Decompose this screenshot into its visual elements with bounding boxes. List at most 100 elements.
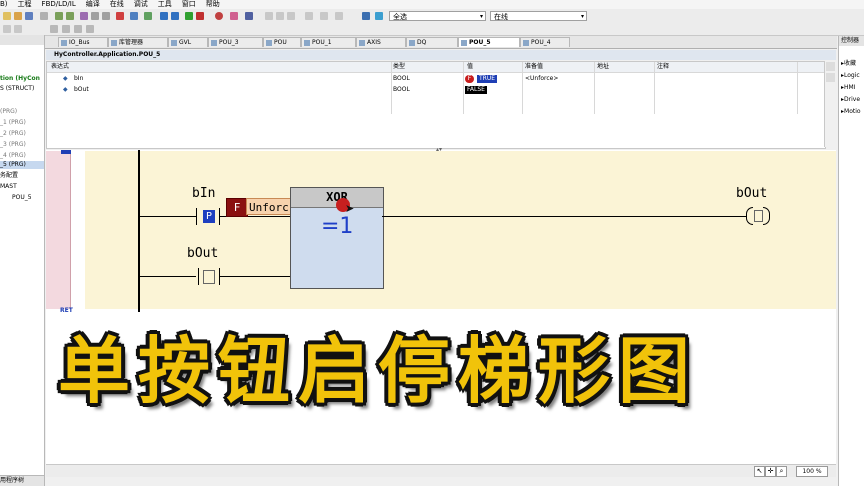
tab-library-manager[interactable]: 库管理器 bbox=[108, 37, 168, 47]
save-icon[interactable] bbox=[25, 12, 33, 20]
tree-item-mast[interactable]: MAST bbox=[0, 183, 17, 191]
menu-item-help[interactable]: 帮助 bbox=[206, 0, 220, 9]
pan-tool-icon[interactable]: ✛ bbox=[765, 466, 776, 477]
menu-item-tools[interactable]: 工具 bbox=[158, 0, 172, 9]
toolbar-icon[interactable] bbox=[320, 12, 328, 20]
toolbox-item[interactable]: ▸Logic bbox=[841, 72, 860, 80]
toolbox-item[interactable]: ▸收藏 bbox=[841, 60, 856, 68]
col-address[interactable]: 地址 bbox=[597, 62, 609, 72]
logout-icon[interactable] bbox=[171, 12, 179, 20]
tree-item-pou5[interactable]: POU_5 bbox=[12, 194, 32, 202]
col-value[interactable]: 值 bbox=[467, 62, 473, 72]
step-out-icon[interactable] bbox=[287, 12, 295, 20]
login-icon[interactable] bbox=[160, 12, 168, 20]
force-icon[interactable] bbox=[230, 12, 238, 20]
contact-bin[interactable]: P bbox=[196, 208, 220, 225]
axis-icon bbox=[359, 40, 365, 46]
col-prepared-value[interactable]: 准备值 bbox=[525, 62, 543, 72]
table-row[interactable]: ◆ bIn BOOL F TRUE <Unforce> bbox=[47, 74, 825, 84]
tab-pou-5[interactable]: POU_5 bbox=[458, 37, 520, 47]
tree-item-prg-3[interactable]: _3 (PRG) bbox=[0, 141, 26, 149]
tree-item-prg-1[interactable]: _1 (PRG) bbox=[0, 119, 26, 127]
row-prepared[interactable]: <Unforce> bbox=[525, 74, 558, 84]
device-icon[interactable] bbox=[362, 12, 370, 20]
network-insert-icon[interactable] bbox=[50, 25, 58, 33]
menu-item-project[interactable]: 工程 bbox=[18, 0, 32, 9]
watch-scrollbar[interactable] bbox=[824, 61, 837, 147]
tab-gvl[interactable]: GVL bbox=[168, 37, 208, 47]
tab-pou-4[interactable]: POU_4 bbox=[520, 37, 570, 47]
toolbar-icon[interactable] bbox=[14, 25, 22, 33]
tab-pou[interactable]: POU bbox=[263, 37, 301, 47]
app-tree-tab[interactable]: 用程序树 bbox=[0, 475, 44, 486]
breakpoint-icon[interactable] bbox=[215, 12, 223, 20]
paste-icon[interactable] bbox=[102, 12, 110, 20]
menu-item-debug[interactable]: 调试 bbox=[134, 0, 148, 9]
box-insert-icon[interactable] bbox=[86, 25, 94, 33]
zoom-level[interactable]: 100 % bbox=[796, 466, 828, 477]
tree-item-struct[interactable]: S (STRUCT) bbox=[0, 85, 34, 93]
splitter-handle[interactable]: ▴▾ bbox=[436, 146, 442, 153]
application-icon[interactable] bbox=[375, 12, 383, 20]
copy-icon[interactable] bbox=[91, 12, 99, 20]
tree-item-prg-4[interactable]: _4 (PRG) bbox=[0, 152, 26, 160]
pointer-tool-icon[interactable]: ↖ bbox=[754, 466, 765, 477]
delete-icon[interactable] bbox=[116, 12, 124, 20]
tree-item-task-config[interactable]: 务配置 bbox=[0, 172, 18, 180]
col-expression[interactable]: 表达式 bbox=[51, 62, 69, 72]
redo-icon[interactable] bbox=[66, 12, 74, 20]
col-comment[interactable]: 注释 bbox=[657, 62, 669, 72]
scroll-up-icon[interactable] bbox=[826, 62, 835, 71]
tab-axis[interactable]: AXIS bbox=[356, 37, 406, 47]
toolbox-item[interactable]: ▸Drive bbox=[841, 96, 860, 104]
toolbar-icon[interactable] bbox=[305, 12, 313, 20]
toolbox-item[interactable]: ▸Motio bbox=[841, 108, 861, 116]
scroll-down-icon[interactable] bbox=[826, 73, 835, 82]
stop-icon[interactable] bbox=[196, 12, 204, 20]
new-icon[interactable] bbox=[3, 12, 11, 20]
menu-item[interactable]: B) bbox=[0, 0, 8, 9]
cut-icon[interactable] bbox=[80, 12, 88, 20]
tab-io-bus[interactable]: IO_Bus bbox=[58, 37, 108, 47]
contact1-label[interactable]: bIn bbox=[192, 186, 215, 201]
xor-function-block[interactable]: XOR ➤ =1 bbox=[290, 187, 384, 289]
reset-icon[interactable] bbox=[245, 12, 253, 20]
menu-item-window[interactable]: 窗口 bbox=[182, 0, 196, 9]
undo-icon[interactable] bbox=[55, 12, 63, 20]
toolbar-icon[interactable] bbox=[335, 12, 343, 20]
coil-bout[interactable] bbox=[746, 207, 772, 225]
toolbar-icon[interactable] bbox=[3, 25, 11, 33]
col-type[interactable]: 类型 bbox=[393, 62, 405, 72]
print-icon[interactable] bbox=[40, 12, 48, 20]
step-over-icon[interactable] bbox=[265, 12, 273, 20]
contact-insert-icon[interactable] bbox=[62, 25, 70, 33]
tab-dq[interactable]: DQ bbox=[406, 37, 458, 47]
row-value-false[interactable]: FALSE bbox=[465, 86, 487, 94]
step-into-icon[interactable] bbox=[276, 12, 284, 20]
menu-item-online[interactable]: 在线 bbox=[110, 0, 124, 9]
toolbox-item[interactable]: ▸HMI bbox=[841, 84, 855, 92]
table-row[interactable]: ◆ bOut BOOL FALSE bbox=[47, 85, 825, 95]
zoom-tool-icon[interactable]: ⌕ bbox=[776, 466, 787, 477]
contact2-label[interactable]: bOut bbox=[187, 246, 218, 261]
menu-item-fbd[interactable]: FBD/LD/IL bbox=[42, 0, 76, 9]
build-icon[interactable] bbox=[144, 12, 152, 20]
tree-item-prg-2[interactable]: _2 (PRG) bbox=[0, 130, 26, 138]
force-flag-badge[interactable]: F bbox=[226, 198, 248, 217]
tree-item-application[interactable]: tion (HyCon bbox=[0, 75, 40, 83]
menu-item-build[interactable]: 编译 bbox=[86, 0, 100, 9]
contact-bout[interactable] bbox=[198, 268, 220, 285]
row-value-true[interactable]: TRUE bbox=[477, 75, 498, 83]
tree-item-prg-5[interactable]: _5 (PRG) bbox=[0, 161, 44, 169]
find-icon[interactable] bbox=[130, 12, 138, 20]
coil-insert-icon[interactable] bbox=[74, 25, 82, 33]
network-1[interactable] bbox=[85, 151, 836, 309]
open-icon[interactable] bbox=[14, 12, 22, 20]
tab-pou-3[interactable]: POU_3 bbox=[208, 37, 263, 47]
tree-item-prg[interactable]: (PRG) bbox=[0, 108, 17, 116]
coil-label[interactable]: bOut bbox=[736, 186, 767, 201]
mode-combo[interactable]: 在线 ▾ bbox=[490, 11, 587, 21]
tab-pou-1[interactable]: POU_1 bbox=[301, 37, 356, 47]
run-icon[interactable] bbox=[185, 12, 193, 20]
scope-combo[interactable]: 全选 ▾ bbox=[389, 11, 486, 21]
